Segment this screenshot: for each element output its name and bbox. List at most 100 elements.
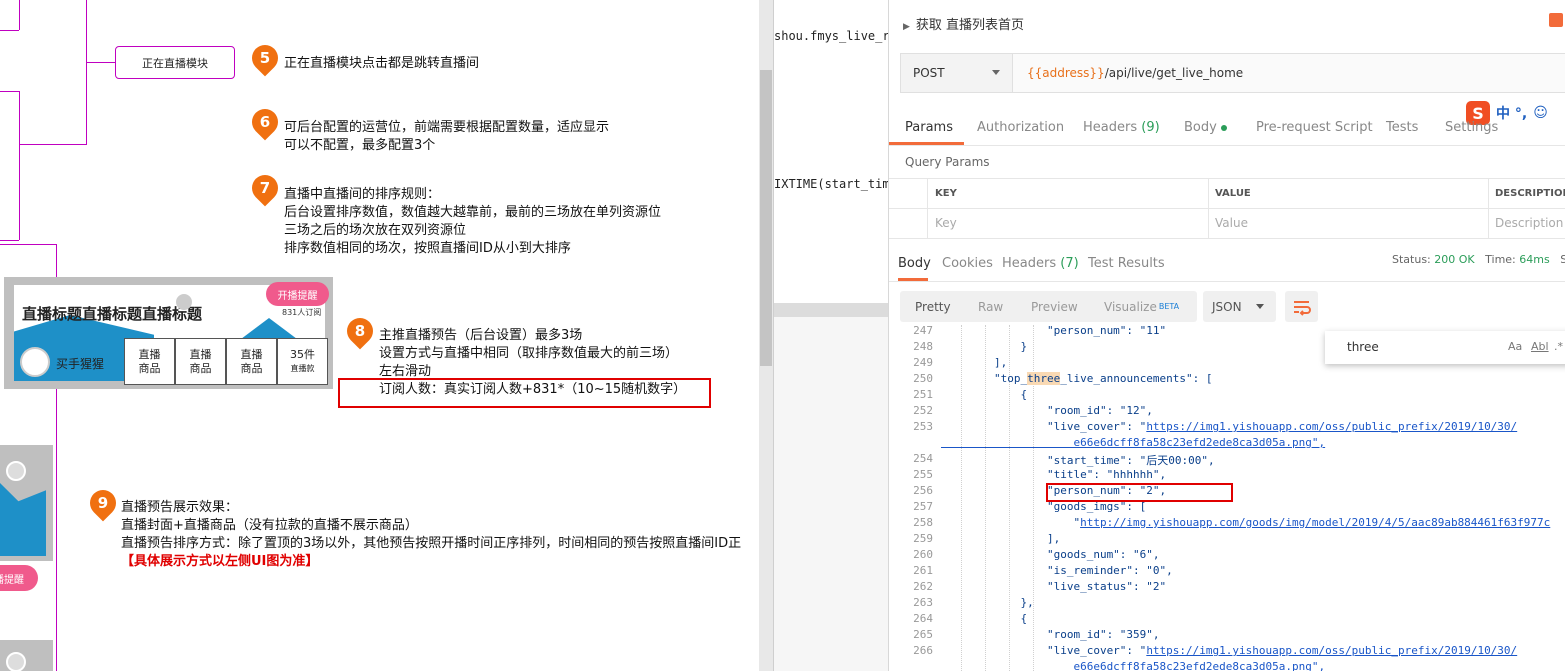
line-number: 261 [913, 564, 933, 577]
live-module-label: 正在直播模块 [115, 46, 235, 79]
host-name: 买手猩猩 [56, 357, 105, 371]
code-line: "live_status": "2" [941, 580, 1167, 593]
code-line: "goods_num": "6", [941, 548, 1160, 561]
tab-headers[interactable]: Headers (9) [1083, 120, 1160, 135]
goods-item: 直播 商品 [124, 338, 175, 385]
code-line: } [941, 340, 1028, 353]
connector-line [19, 0, 20, 30]
note-7: 直播中直播间的排序规则： 后台设置排序数值，数值越大越靠前，最前的三场放在单列资… [284, 187, 662, 256]
line-number: 262 [913, 580, 933, 593]
divider [889, 238, 1565, 239]
chevron-down-icon [992, 70, 1000, 75]
tab-response-headers[interactable]: Headers (7) [1002, 256, 1079, 271]
goods-count: 35件 直播款 [277, 338, 328, 385]
code-line: { [941, 388, 1028, 401]
code-line: ], [941, 532, 1061, 545]
preview-button[interactable]: Preview [1031, 291, 1078, 322]
code-line: "is_reminder": "0", [941, 564, 1173, 577]
code-line: "http://img.yishouapp.com/goods/img/mode… [941, 516, 1551, 529]
divider [889, 281, 1565, 282]
url-input[interactable]: {{address}}/api/live/get_live_home [1027, 66, 1243, 80]
remind-button[interactable]: 开播提醒 [266, 282, 329, 306]
line-number: 252 [913, 404, 933, 417]
connector-line [19, 91, 20, 240]
tab-cookies[interactable]: Cookies [942, 256, 993, 271]
line-number: 266 [913, 644, 933, 657]
description-input[interactable]: Description [1487, 208, 1565, 238]
line-number: 253 [913, 420, 933, 433]
scrollbar-thumb[interactable] [760, 70, 772, 366]
line-number: 255 [913, 468, 933, 481]
host-avatar [20, 347, 50, 377]
wrap-icon [1294, 301, 1311, 316]
code-line: { [941, 612, 1028, 625]
avatar [176, 294, 192, 310]
note-5: 正在直播模块点击都是跳转直播间 [284, 56, 480, 71]
method-select[interactable]: POST [901, 54, 1013, 92]
tab-body[interactable]: Body [1184, 120, 1227, 135]
line-number: 247 [913, 325, 933, 337]
match-case-toggle[interactable]: Aa [1508, 340, 1522, 353]
horizontal-scrollbar[interactable] [774, 303, 889, 317]
remind-button[interactable]: 播提醒 [0, 565, 38, 591]
results-area [774, 317, 889, 671]
line-number: 251 [913, 388, 933, 401]
highlight-box [1046, 483, 1233, 502]
code-line: }, [941, 596, 1034, 609]
regex-toggle[interactable]: .* [1554, 340, 1563, 353]
whole-word-toggle[interactable]: Abl [1531, 340, 1549, 353]
visualize-button[interactable]: Visualize BETA [1104, 291, 1179, 322]
wrap-lines-button[interactable] [1285, 291, 1318, 322]
raw-button[interactable]: Raw [978, 291, 1003, 322]
find-input[interactable]: three [1347, 340, 1379, 354]
tab-pre-request-script[interactable]: Pre-request Script [1256, 120, 1373, 135]
postman-panel: ▶ 获取 直播列表首页 POST {{address}}/api/live/get… [888, 0, 1565, 671]
description-header: DESCRIPTION [1495, 187, 1565, 199]
code-line: "room_id": "359", [941, 628, 1160, 641]
line-number: 248 [913, 340, 933, 353]
subscriber-count: 831人订阅 [282, 308, 322, 317]
line-number: 260 [913, 548, 933, 561]
connector-line [0, 30, 19, 31]
cover-card-partial [0, 640, 53, 671]
line-number: 259 [913, 532, 933, 545]
tab-response-body[interactable]: Body [898, 256, 931, 271]
code-line: e66e6dcff8fa58c23efd2ede8ca3d05a.png", [941, 660, 1326, 671]
chevron-down-icon [1256, 304, 1264, 309]
tab-test-results[interactable]: Test Results [1088, 256, 1165, 271]
divider [889, 145, 1565, 146]
tab-authorization[interactable]: Authorization [977, 120, 1064, 135]
request-title[interactable]: ▶ 获取 直播列表首页 [903, 14, 1024, 33]
line-number: 264 [913, 612, 933, 625]
smile-icon[interactable]: ☺ [1533, 105, 1548, 121]
code-line: "room_id": "12", [941, 404, 1153, 417]
line-number: 249 [913, 356, 933, 369]
query-params-label: Query Params [905, 155, 990, 169]
code-line: "start_time": "后天00:00", [941, 454, 1215, 467]
code-line: shou.fmys_live_ro [774, 29, 897, 43]
key-input[interactable]: Key [927, 208, 1209, 238]
cover-card-partial [0, 445, 53, 561]
connector-line [0, 244, 56, 245]
tab-tests[interactable]: Tests [1386, 120, 1418, 135]
line-number: 256 [913, 484, 933, 497]
marker-pin-7: 7 [246, 169, 284, 207]
find-widget[interactable]: three Aa Abl .* [1325, 331, 1565, 364]
scrollbar-track[interactable] [759, 0, 773, 671]
code-line: e66e6dcff8fa58c23efd2ede8ca3d05a.png", [941, 436, 1326, 449]
format-select[interactable]: JSON [1203, 291, 1276, 322]
marker-pin-6: 6 [246, 103, 284, 141]
code-line: "top_three_live_announcements": [ [941, 372, 1213, 385]
tab-settings[interactable]: Settings [1445, 120, 1498, 135]
tab-params[interactable]: Params [905, 120, 953, 135]
code-line: IXTIME(start_time [774, 177, 897, 191]
connector-line [86, 62, 116, 63]
value-input[interactable]: Value [1207, 208, 1489, 238]
caret-right-icon: ▶ [903, 22, 910, 32]
line-number: 265 [913, 628, 933, 641]
note-9: 直播预告展示效果： 直播封面+直播商品（没有拉款的直播不展示商品） 直播预告排序… [121, 500, 742, 569]
pretty-button[interactable]: Pretty [915, 291, 951, 322]
comment-icon[interactable] [1549, 13, 1563, 27]
key-header: KEY [927, 178, 1209, 208]
code-line: "live_cover": "https://img1.yishouapp.co… [941, 644, 1518, 657]
